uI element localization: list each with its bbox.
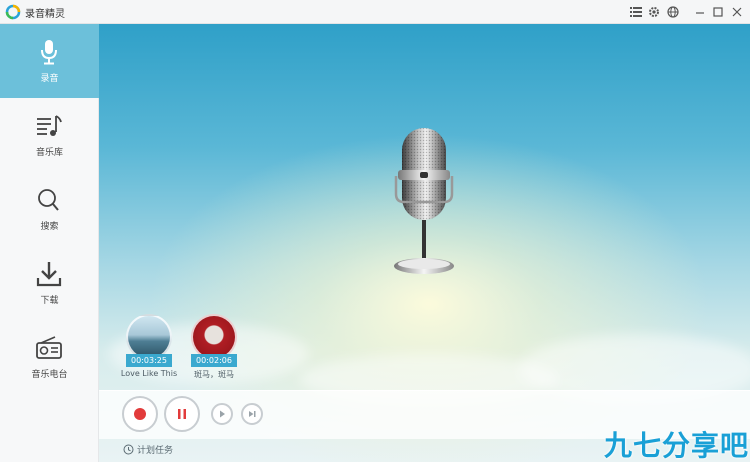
microphone-illustration-icon xyxy=(394,128,454,274)
recording-name: 斑马，斑马 xyxy=(194,370,234,379)
sidebar-item-download[interactable]: 下载 xyxy=(0,246,99,320)
radio-icon xyxy=(36,336,62,359)
sidebar-item-label: 下载 xyxy=(40,296,59,306)
skip-next-icon xyxy=(249,411,256,417)
maximize-icon[interactable] xyxy=(710,4,726,20)
record-icon xyxy=(134,408,146,420)
sidebar-item-record[interactable]: 录音 xyxy=(0,24,99,98)
app-title: 录音精灵 xyxy=(25,9,65,20)
microphone-icon xyxy=(41,40,57,65)
settings-gear-icon[interactable] xyxy=(646,4,662,20)
sidebar-item-search[interactable]: 搜索 xyxy=(0,172,99,246)
search-icon xyxy=(38,189,59,211)
sidebar: 录音 音乐库 搜索 下载 音乐电台 xyxy=(0,24,99,462)
recording-duration: 00:02:06 xyxy=(191,354,237,367)
play-button[interactable] xyxy=(211,403,233,425)
close-icon[interactable] xyxy=(729,4,745,20)
recording-duration: 00:03:25 xyxy=(126,354,172,367)
sidebar-item-label: 音乐电台 xyxy=(31,370,68,380)
pause-button[interactable] xyxy=(164,396,200,432)
globe-icon[interactable] xyxy=(665,4,681,20)
watermark-text: 九七分享吧 xyxy=(604,429,750,462)
play-icon xyxy=(220,410,225,418)
music-list-icon xyxy=(37,115,62,136)
scheduled-tasks-link[interactable]: 计划任务 xyxy=(123,443,173,456)
sidebar-item-label: 音乐库 xyxy=(35,148,63,158)
sidebar-item-label: 搜索 xyxy=(40,222,59,232)
clock-icon xyxy=(123,444,134,455)
minimize-icon[interactable] xyxy=(692,4,708,20)
recording-item[interactable]: 00:02:06 斑马，斑马 xyxy=(191,314,237,379)
menu-list-icon[interactable] xyxy=(628,4,644,20)
scheduled-tasks-label: 计划任务 xyxy=(137,446,174,456)
recording-item[interactable]: 00:03:25 Love Like This xyxy=(121,314,177,378)
pause-icon xyxy=(178,409,186,419)
sidebar-item-radio[interactable]: 音乐电台 xyxy=(0,320,99,394)
next-button[interactable] xyxy=(241,403,263,425)
title-bar: 录音精灵 xyxy=(0,0,750,24)
recording-stage: 00:03:25 Love Like This 00:02:06 斑马，斑马 计… xyxy=(99,24,750,462)
record-button[interactable] xyxy=(122,396,158,432)
download-icon xyxy=(36,262,62,287)
sidebar-item-music-library[interactable]: 音乐库 xyxy=(0,98,99,172)
app-logo-icon xyxy=(5,4,21,20)
sidebar-item-label: 录音 xyxy=(40,74,59,84)
